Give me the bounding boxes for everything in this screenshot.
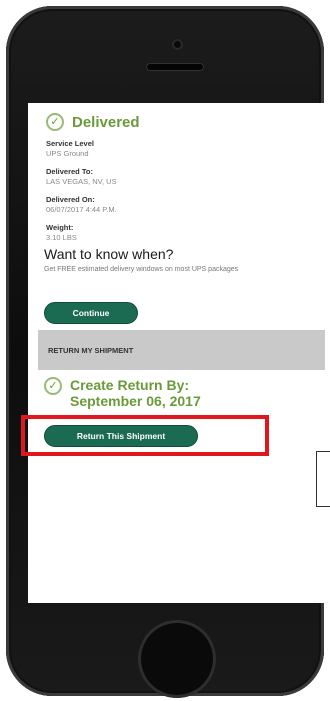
service-level-label: Service Level <box>46 139 94 148</box>
continue-button[interactable]: Continue <box>44 302 138 324</box>
phone-screen: ✓ Delivered Service Level UPS Ground Del… <box>28 103 325 603</box>
delivered-status-row: ✓ Delivered <box>46 113 140 131</box>
delivered-title: Delivered <box>72 113 140 131</box>
create-return-line1: Create Return By: <box>70 377 190 393</box>
home-button[interactable] <box>138 620 216 698</box>
weight-label: Weight: <box>46 223 74 232</box>
service-level-value: UPS Ground <box>46 149 89 158</box>
weight-block: Weight: 3.10 LBS <box>46 223 316 243</box>
highlight-box <box>21 415 269 456</box>
promo-title: Want to know when? <box>44 246 174 262</box>
earpiece-speaker <box>146 63 204 71</box>
delivered-on-label: Delivered On: <box>46 195 95 204</box>
delivered-to-block: Delivered To: LAS VEGAS, NV, US <box>46 167 316 187</box>
front-camera <box>172 39 183 50</box>
delivered-on-value: 06/07/2017 4:44 P.M. <box>46 205 117 214</box>
promo-subtitle: Get FREE estimated delivery windows on m… <box>44 266 239 273</box>
service-level-block: Service Level UPS Ground <box>46 139 316 159</box>
delivered-on-block: Delivered On: 06/07/2017 4:44 P.M. <box>46 195 316 215</box>
weight-value: 3.10 LBS <box>46 233 77 242</box>
adjacent-panel-edge <box>316 451 330 507</box>
create-return-row: ✓ Create Return By: September 06, 2017 <box>44 377 201 409</box>
create-return-text: Create Return By: September 06, 2017 <box>70 377 201 409</box>
delivered-to-label: Delivered To: <box>46 167 93 176</box>
check-circle-icon: ✓ <box>44 377 62 395</box>
check-circle-icon: ✓ <box>46 113 64 131</box>
delivered-to-value: LAS VEGAS, NV, US <box>46 177 117 186</box>
create-return-date: September 06, 2017 <box>70 393 201 409</box>
return-section-header: RETURN MY SHIPMENT <box>38 330 325 370</box>
